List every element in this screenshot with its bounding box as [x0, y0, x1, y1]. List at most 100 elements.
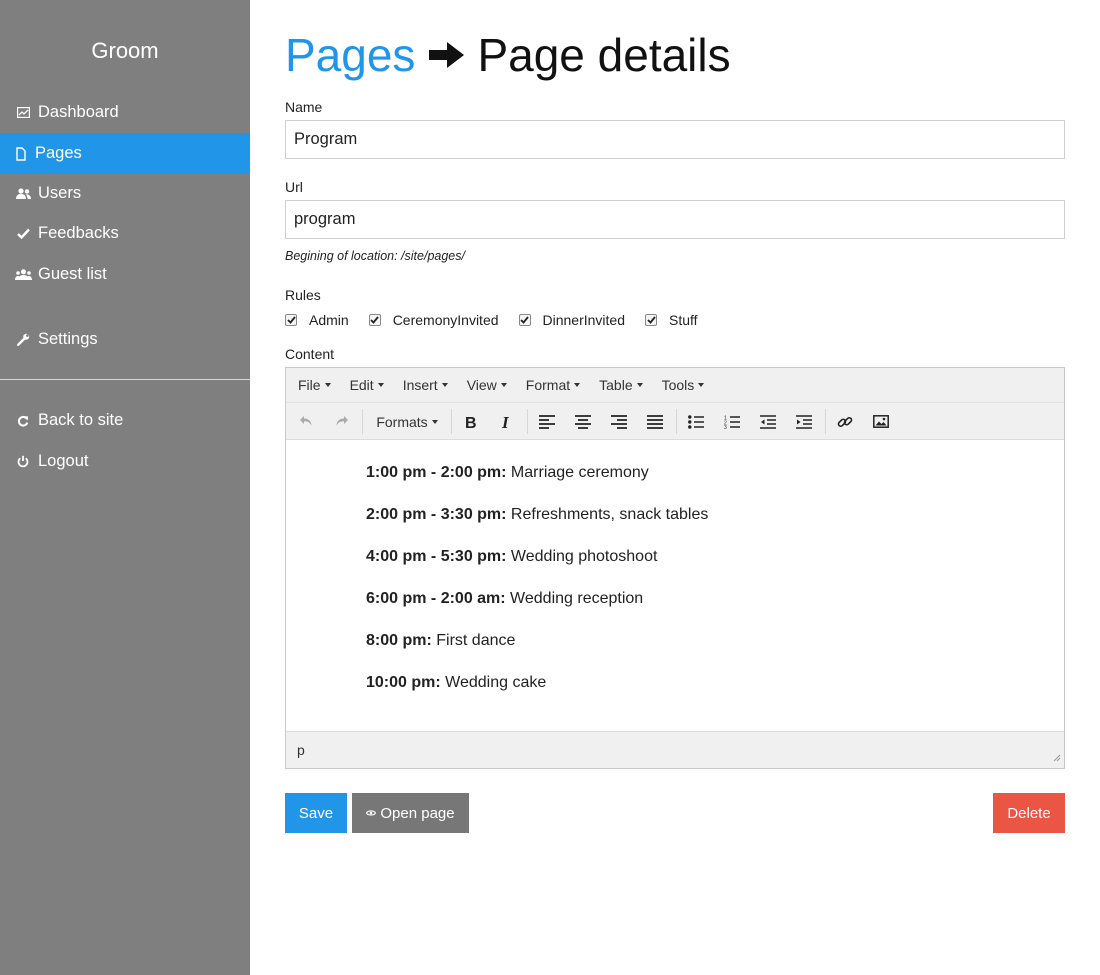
caret-down-icon [636, 383, 643, 387]
schedule-line: 10:00 pm: Wedding cake [366, 674, 547, 691]
redo-icon[interactable] [329, 403, 353, 440]
sidebar-item-settings[interactable]: Settings [0, 319, 250, 360]
sidebar-item-label: Guest list [38, 265, 107, 283]
numbered-list-icon[interactable]: 123 [720, 403, 744, 440]
menu-format[interactable]: Format [526, 377, 581, 393]
users-icon [12, 188, 34, 199]
sidebar-item-dashboard[interactable]: Dashboard [0, 92, 250, 133]
checkbox-checked[interactable] [645, 314, 658, 326]
undo-icon[interactable] [294, 403, 318, 440]
wrench-icon [12, 333, 34, 346]
sidebar-item-logout[interactable]: Logout [0, 441, 250, 482]
rule-label: Admin [309, 312, 349, 328]
refresh-icon [12, 415, 34, 427]
save-button[interactable]: Save [285, 793, 347, 833]
menu-tools[interactable]: Tools [662, 377, 705, 393]
menu-edit[interactable]: Edit [350, 377, 384, 393]
outdent-icon[interactable] [756, 403, 780, 440]
menu-file[interactable]: File [298, 377, 331, 393]
caret-down-icon [377, 383, 384, 387]
rules-group: Admin CeremonyInvited DinnerInvited Stuf… [285, 312, 718, 328]
sidebar-item-feedbacks[interactable]: Feedbacks [0, 213, 250, 254]
align-right-icon[interactable] [607, 403, 631, 440]
sidebar-item-back-to-site[interactable]: Back to site [0, 400, 250, 441]
indent-icon[interactable] [792, 403, 816, 440]
rules-label: Rules [285, 287, 321, 303]
checkbox-checked[interactable] [285, 314, 297, 326]
toolbar-separator [676, 409, 677, 434]
url-label: Url [285, 179, 303, 195]
link-icon[interactable] [833, 403, 857, 440]
bold-icon[interactable]: B [458, 403, 482, 440]
open-page-label: Open page [380, 804, 455, 822]
sidebar-divider [0, 379, 250, 380]
checkbox-checked[interactable] [368, 314, 381, 326]
sidebar: Groom Dashboard Pages Users Feedbacks Gu… [0, 0, 250, 975]
content-label: Content [285, 346, 335, 362]
italic-icon[interactable]: I [494, 403, 518, 440]
open-page-button[interactable]: Open page [352, 793, 469, 833]
name-field[interactable] [285, 120, 1065, 159]
rule-admin[interactable]: Admin [285, 312, 349, 328]
sidebar-item-label: Users [38, 184, 82, 202]
toolbar-separator [451, 409, 452, 434]
editor-menubar: File Edit Insert View Format Table Tools [286, 368, 1064, 403]
group-icon [12, 269, 34, 280]
sidebar-item-label: Settings [38, 330, 98, 348]
sidebar-item-pages[interactable]: Pages [0, 133, 250, 174]
caret-down-icon [431, 419, 438, 424]
eye-icon [366, 809, 377, 817]
rule-ceremony-invited[interactable]: CeremonyInvited [368, 312, 499, 328]
brand-logo: Groom [91, 38, 159, 63]
menu-table[interactable]: Table [599, 377, 643, 393]
image-icon[interactable] [869, 403, 893, 440]
caret-down-icon [500, 383, 507, 387]
breadcrumb-current: Page details [477, 29, 731, 81]
url-field[interactable] [285, 200, 1065, 239]
url-hint: Begining of location: /site/pages/ [285, 249, 465, 263]
check-icon [12, 228, 34, 239]
align-left-icon[interactable] [535, 403, 559, 440]
rule-dinner-invited[interactable]: DinnerInvited [518, 312, 626, 328]
editor-statusbar: p [286, 731, 1064, 768]
toolbar-separator [362, 409, 363, 434]
menu-view[interactable]: View [467, 377, 507, 393]
caret-down-icon [441, 383, 448, 387]
align-justify-icon[interactable] [643, 403, 667, 440]
sidebar-item-label: Back to site [38, 411, 124, 429]
sidebar-item-label: Feedbacks [38, 224, 119, 242]
rule-label: Stuff [669, 312, 698, 328]
rich-text-editor: File Edit Insert View Format Table Tools… [285, 367, 1065, 769]
caret-down-icon [324, 383, 331, 387]
sidebar-item-users[interactable]: Users [0, 173, 250, 214]
formats-dropdown[interactable]: Formats [370, 403, 444, 440]
rule-label: DinnerInvited [542, 312, 626, 328]
caret-down-icon [698, 383, 705, 387]
svg-text:B: B [465, 415, 476, 429]
name-label: Name [285, 99, 323, 115]
align-center-icon[interactable] [571, 403, 595, 440]
rule-label: CeremonyInvited [392, 312, 499, 328]
sidebar-item-label: Dashboard [38, 103, 119, 121]
element-path[interactable]: p [297, 742, 305, 758]
menu-insert[interactable]: Insert [403, 377, 448, 393]
delete-button[interactable]: Delete [993, 793, 1065, 833]
breadcrumb-pages[interactable]: Pages [285, 28, 415, 82]
rule-stuff[interactable]: Stuff [645, 312, 698, 328]
caret-down-icon [574, 383, 581, 387]
toolbar-separator [527, 409, 528, 434]
schedule-line: 4:00 pm - 5:30 pm: Wedding photoshoot [366, 548, 658, 565]
chart-icon [12, 107, 34, 118]
page-icon [10, 146, 32, 161]
checkbox-checked[interactable] [518, 314, 531, 326]
svg-text:I: I [501, 415, 510, 429]
sidebar-item-label: Logout [38, 452, 89, 470]
bullet-list-icon[interactable] [684, 403, 708, 440]
editor-content-area[interactable]: 1:00 pm - 2:00 pm: Marriage ceremony 2:0… [286, 440, 1064, 731]
schedule-line: 6:00 pm - 2:00 am: Wedding reception [366, 590, 644, 607]
sidebar-item-guest-list[interactable]: Guest list [0, 254, 250, 295]
editor-toolbar: Formats B I 1 2 3 [286, 403, 1064, 440]
resize-handle-icon[interactable] [1052, 749, 1061, 765]
power-icon [12, 455, 34, 468]
sidebar-item-label: Pages [35, 144, 82, 162]
